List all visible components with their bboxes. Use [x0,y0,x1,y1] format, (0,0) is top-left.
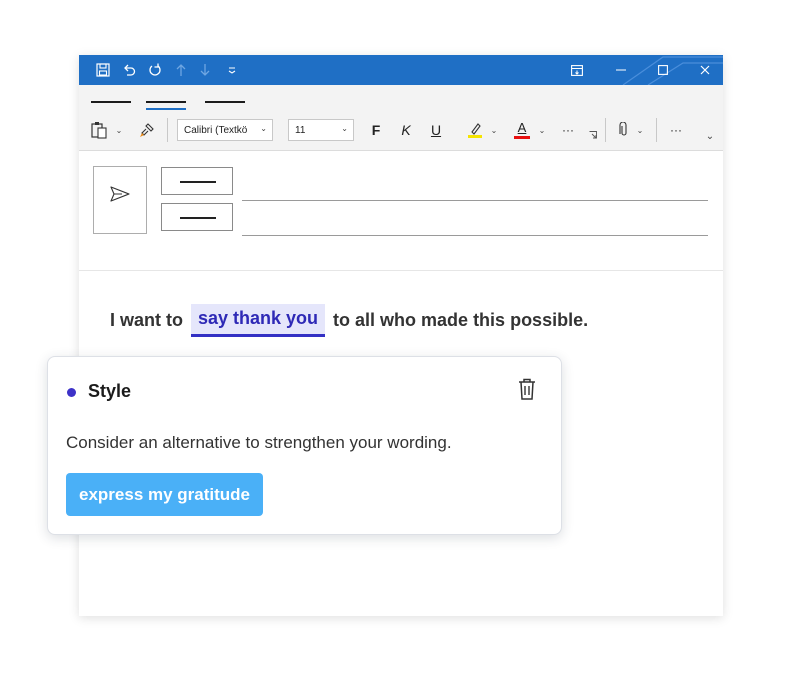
highlighted-phrase[interactable]: say thank you [191,303,326,337]
highlighter-icon[interactable] [465,119,485,141]
arrow-down-icon[interactable] [197,55,213,85]
font-color-letter: A [517,120,527,135]
chevron-down-icon: ⌄ [260,124,267,133]
to-field[interactable] [242,200,708,201]
font-name-value: Calibri (Textkö [184,124,248,136]
apply-suggestion-button[interactable]: express my gratitude [66,473,264,516]
bold-button[interactable]: F [367,119,385,141]
dialog-launcher-icon[interactable] [588,129,598,141]
customize-toolbar-icon[interactable] [225,55,239,85]
italic-button[interactable]: K [397,119,415,141]
style-dot-icon [67,388,76,397]
separator [167,118,168,142]
title-bar [79,55,723,85]
suggestion-card: Style Consider an alternative to strengt… [47,356,562,535]
more-commands-button[interactable]: ··· [665,119,687,141]
cc-button[interactable] [161,203,233,231]
chevron-down-icon: ⌄ [341,124,348,133]
highlighter-dropdown-icon[interactable]: ⌄ [489,119,499,141]
font-color-dropdown-icon[interactable]: ⌄ [537,119,547,141]
more-formatting-button[interactable]: ··· [558,119,578,141]
ribbon-tab-3[interactable] [205,101,245,103]
attach-dropdown-icon[interactable]: ⌄ [635,119,645,141]
font-color-button[interactable]: A [512,119,532,141]
suggestion-category: Style [88,381,132,401]
font-name-dropdown[interactable]: Calibri (Textkö ⌄ [177,119,273,141]
cc-field[interactable] [242,235,708,236]
ribbon-tab-2[interactable] [146,101,186,103]
to-button[interactable] [161,167,233,195]
arrow-up-icon[interactable] [173,55,189,85]
suggestion-message: Consider an alternative to strengthen yo… [66,433,452,452]
separator [605,118,606,142]
paste-dropdown-icon[interactable]: ⌄ [113,119,125,141]
active-tab-underline [146,108,186,110]
font-size-dropdown[interactable]: 11 ⌄ [288,119,354,141]
minimize-icon[interactable] [609,55,633,85]
underline-button[interactable]: U [427,119,445,141]
maximize-icon[interactable] [651,55,675,85]
ribbon-tab-1[interactable] [91,101,131,103]
ribbon [79,85,723,151]
email-body-sentence[interactable]: I want to say thank you to all who made … [110,303,588,337]
compose-divider [79,270,723,271]
expand-ribbon-icon[interactable]: ⌄ [703,129,717,143]
send-icon [110,186,130,202]
trash-icon[interactable] [516,377,538,401]
undo-icon[interactable] [119,55,139,85]
font-color-swatch [514,136,530,139]
paste-icon[interactable] [89,119,109,141]
cc-button-label [180,217,216,219]
text-before: I want to [110,309,183,330]
separator [656,118,657,142]
attach-file-icon[interactable] [615,119,633,141]
ribbon-display-icon[interactable] [567,55,587,85]
format-painter-icon[interactable] [137,119,157,141]
font-size-value: 11 [295,124,306,136]
send-button[interactable] [93,166,147,234]
close-icon[interactable] [693,55,717,85]
text-after: to all who made this possible. [333,309,589,330]
to-button-label [180,181,216,183]
save-icon[interactable] [93,55,113,85]
redo-icon[interactable] [145,55,165,85]
